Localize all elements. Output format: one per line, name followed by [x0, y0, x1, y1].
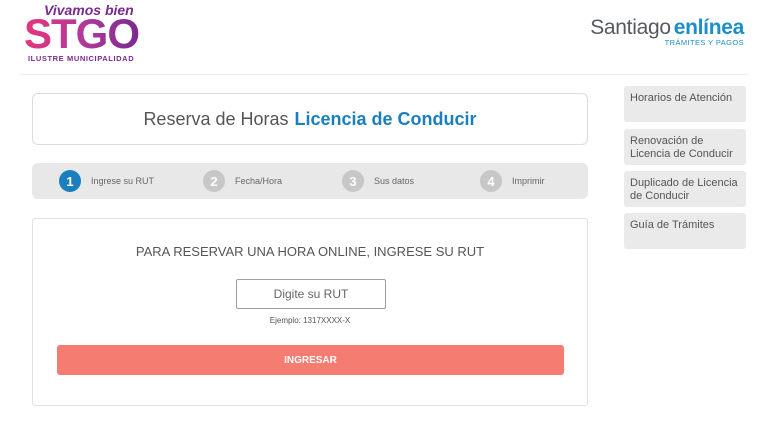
step-4-number: 4 [480, 170, 502, 192]
sidebar-item-label: Guía de Trámites [630, 219, 715, 231]
header-divider [20, 74, 748, 75]
sidebar-item-duplicado[interactable]: Duplicado de Licencia de Conducir [624, 171, 746, 207]
rut-form: PARA RESERVAR UNA HORA ONLINE, INGRESE S… [32, 218, 588, 406]
step-1-number: 1 [59, 170, 81, 192]
logo-main-text: STGO [24, 12, 139, 54]
step-1-label: Ingrese su RUT [91, 176, 155, 186]
sidebar-item-label: Duplicado de Licencia de Conducir [630, 177, 738, 202]
sidebar-item-guia-tramites[interactable]: Guía de Trámites [624, 213, 746, 249]
rut-example: Ejemplo: 1317XXXX-X [269, 316, 351, 325]
form-heading: PARA RESERVAR UNA HORA ONLINE, INGRESE S… [135, 244, 485, 259]
sidebar-item-horarios[interactable]: Horarios de Atención [624, 86, 746, 122]
step-4-label: Imprimir [512, 176, 545, 186]
stgo-logo-mark: STGO [24, 12, 140, 54]
step-2-number: 2 [203, 170, 225, 192]
site-header: Vivamos bien STGO ILUSTRE MUNICIPALIDAD … [0, 0, 768, 72]
municipality-logo[interactable]: Vivamos bien STGO ILUSTRE MUNICIPALIDAD [24, 2, 174, 66]
sidebar-item-label: Renovación de Licencia de Conducir [630, 135, 733, 160]
step-2-label: Fecha/Hora [235, 176, 283, 186]
page-title-prefix: Reserva de Horas [143, 108, 289, 129]
sidebar-item-label: Horarios de Atención [630, 92, 733, 104]
sidebar-item-renovacion[interactable]: Renovación de Licencia de Conducir [624, 129, 746, 165]
submit-button[interactable]: INGRESAR [57, 345, 564, 375]
rut-input[interactable] [236, 279, 386, 309]
brand-name: Santiago enlínea [590, 16, 744, 40]
page-title-highlight: Licencia de Conducir [294, 108, 477, 129]
brand-name-part1: Santiago [590, 16, 671, 39]
step-3-number: 3 [342, 170, 364, 192]
step-3-label: Sus datos [374, 176, 415, 186]
step-3: 3 Sus datos [342, 170, 414, 192]
step-1: 1 Ingrese su RUT [59, 170, 154, 192]
page-title-box: Reserva de Horas Licencia de Conducir [32, 93, 588, 145]
step-2: 2 Fecha/Hora [203, 170, 282, 192]
progress-steps: 1 Ingrese su RUT 2 Fecha/Hora 3 Sus dato… [32, 163, 588, 199]
santiago-en-linea-brand[interactable]: Santiago enlínea TRÁMITES Y PAGOS [590, 16, 744, 47]
logo-subtitle: ILUSTRE MUNICIPALIDAD [28, 54, 135, 63]
brand-name-part2: enlínea [673, 16, 745, 39]
step-4: 4 Imprimir [480, 170, 545, 192]
